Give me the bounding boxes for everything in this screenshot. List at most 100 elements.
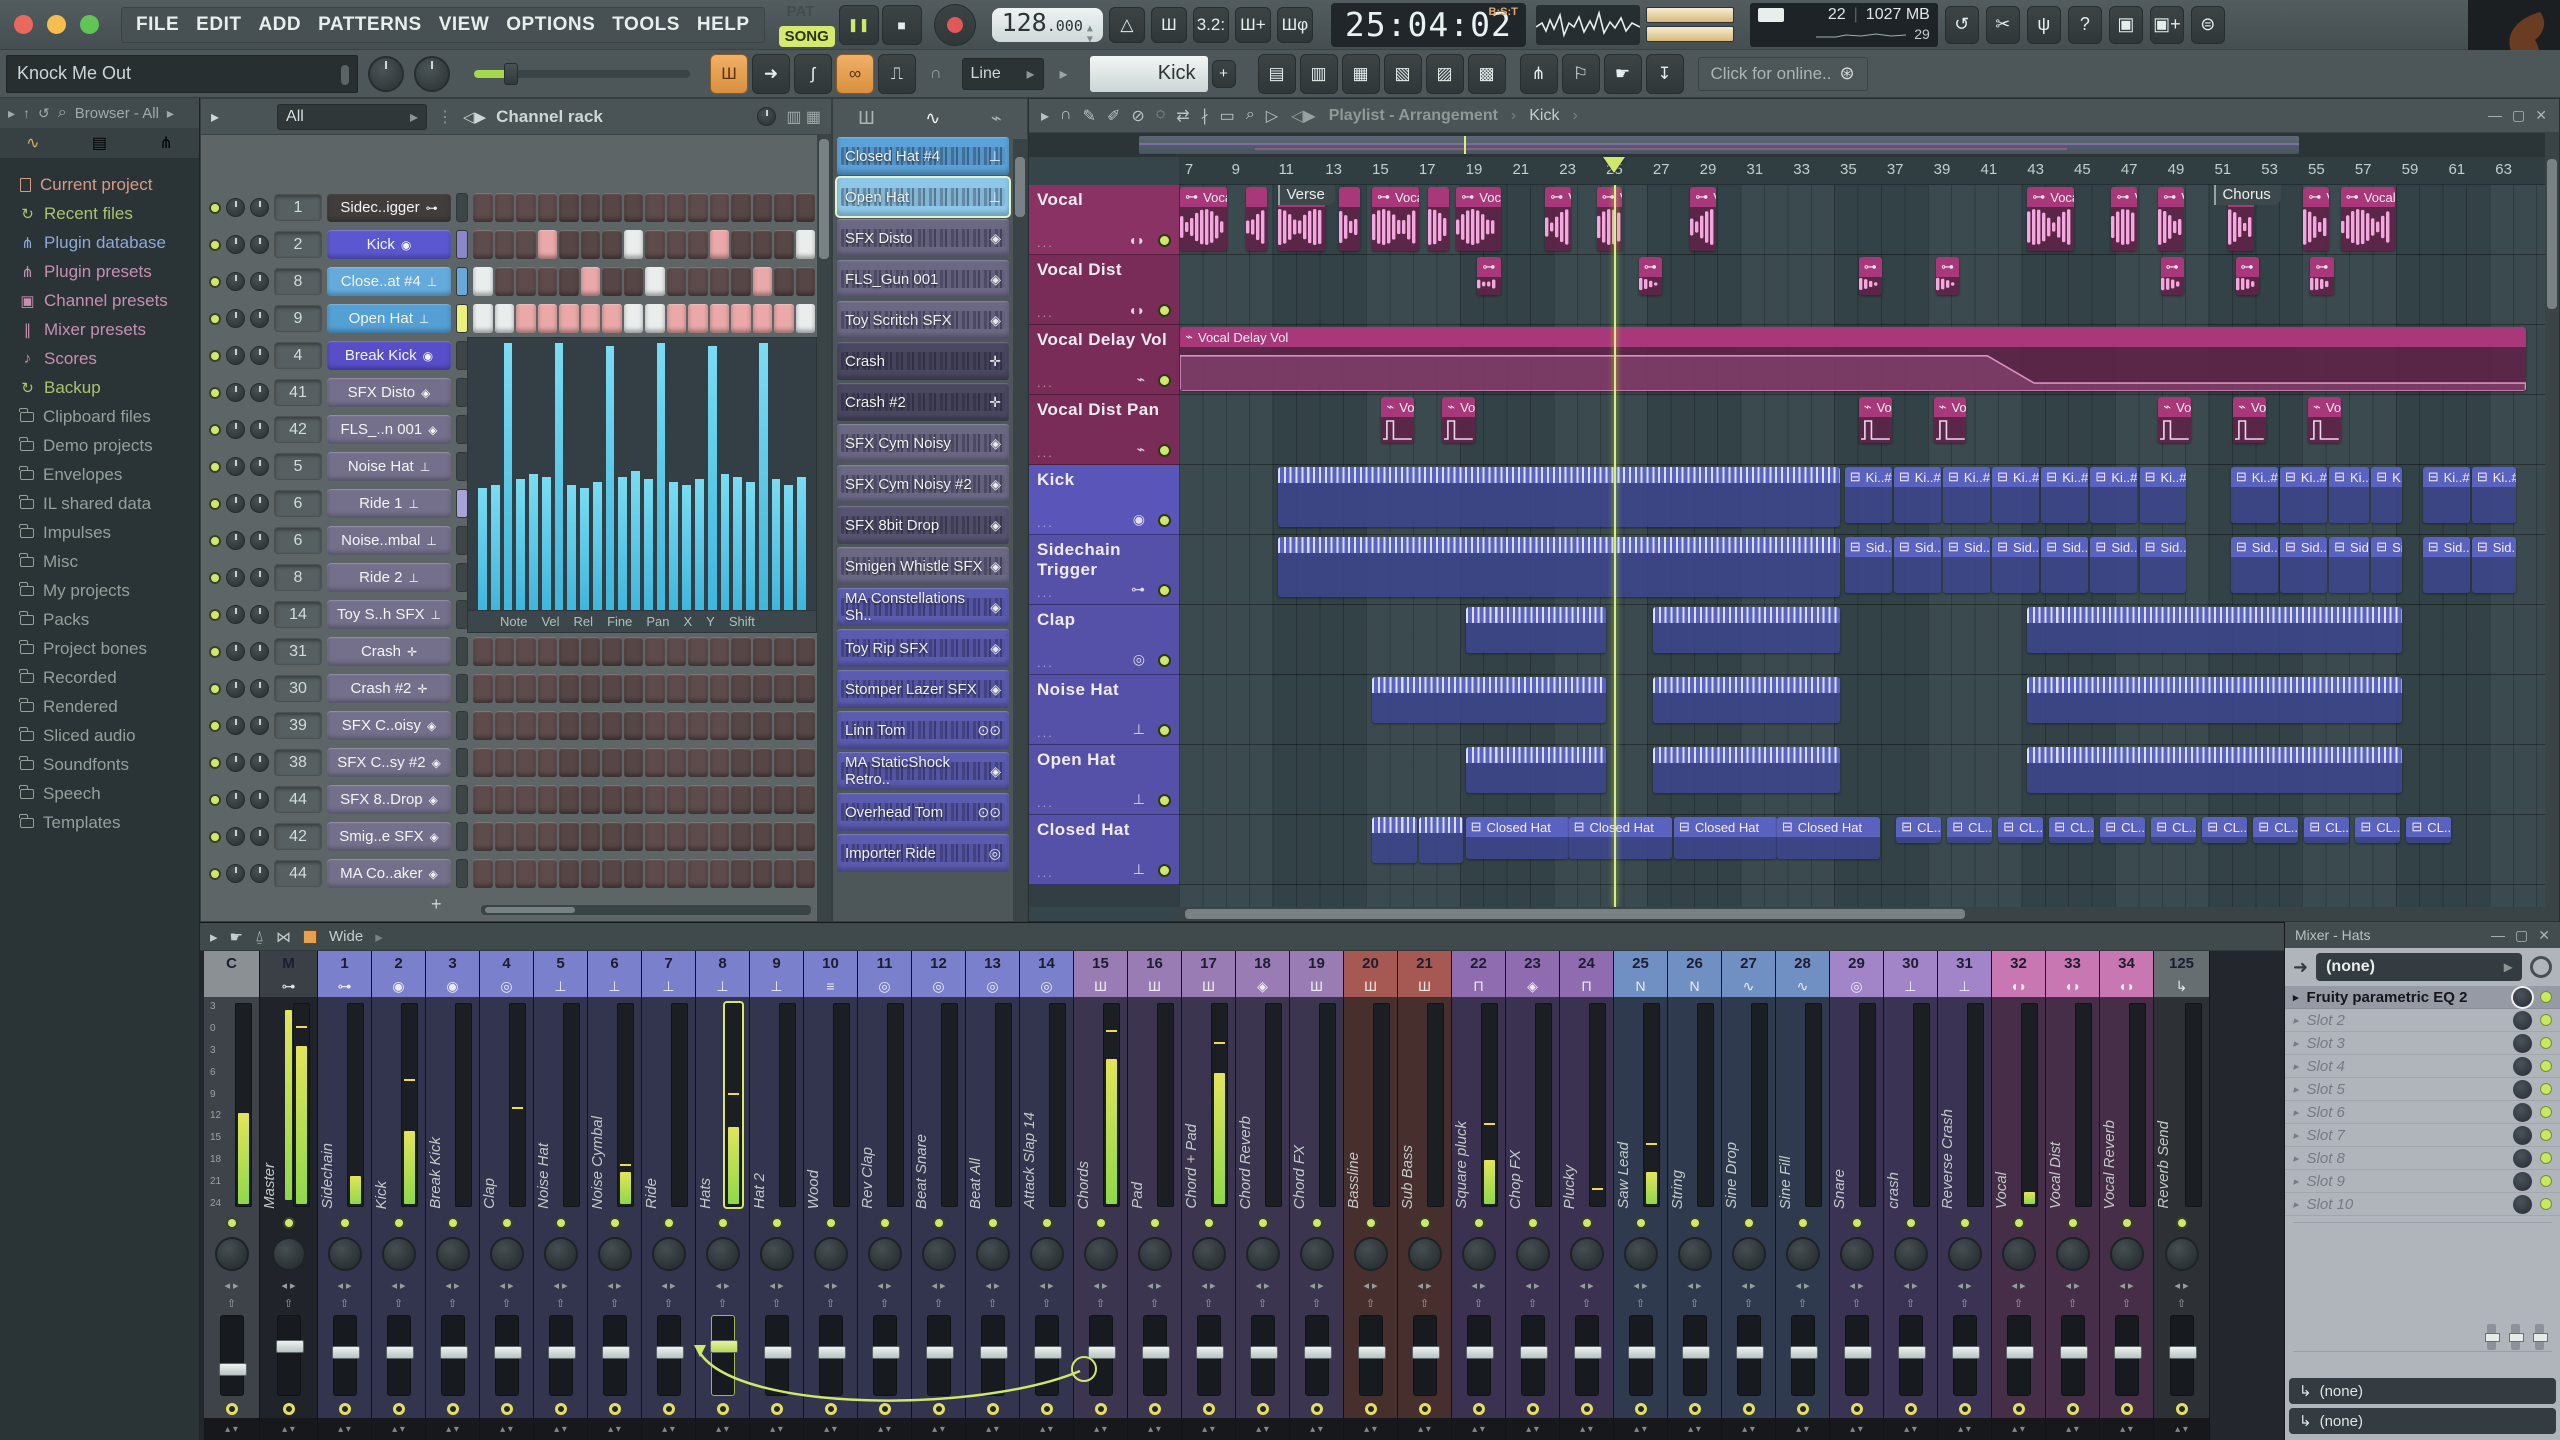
channel-target-number[interactable]: 44 bbox=[274, 860, 322, 887]
strip-fader[interactable] bbox=[1521, 1315, 1545, 1396]
channel-volume-knob[interactable] bbox=[250, 235, 269, 254]
strip-fader[interactable] bbox=[657, 1315, 681, 1396]
channel-target-number[interactable]: 2 bbox=[274, 231, 322, 258]
fx-slot-slot-3[interactable]: ▸Slot 3 bbox=[2285, 1032, 2560, 1055]
minimize-icon[interactable]: — bbox=[2491, 927, 2505, 944]
clip--[interactable]: ⊶.. bbox=[2310, 257, 2333, 295]
strip-fader[interactable] bbox=[819, 1315, 843, 1396]
step-cell[interactable] bbox=[710, 230, 730, 259]
step-cell[interactable] bbox=[473, 674, 493, 703]
fx-clock-icon[interactable] bbox=[2530, 956, 2552, 978]
strip-name[interactable]: Sine Fill bbox=[1777, 1156, 1794, 1209]
clip-sid-2[interactable]: ⊟Sid..2 bbox=[1992, 537, 2039, 593]
fx-slot-enable-led[interactable] bbox=[2540, 991, 2552, 1003]
send-ring-led[interactable] bbox=[663, 1403, 675, 1415]
strip-route-arrow[interactable]: ⇧ bbox=[1398, 1295, 1451, 1311]
mixer-strip-31-reverse-crash[interactable]: 31⊥Reverse Crash◂ ▸⇧▴ ▾ bbox=[1938, 951, 1992, 1440]
step-cell[interactable] bbox=[473, 711, 493, 740]
strip-pan-knob[interactable] bbox=[2165, 1237, 2199, 1271]
strip-name[interactable]: Chords bbox=[1075, 1161, 1092, 1209]
step-cell[interactable] bbox=[688, 267, 708, 296]
step-cell[interactable] bbox=[581, 711, 601, 740]
track-header-kick[interactable]: Kick...◉ bbox=[1029, 465, 1179, 535]
track-header-noise-hat[interactable]: Noise Hat...⊥ bbox=[1029, 675, 1179, 745]
pattern-selector[interactable]: Kick bbox=[1090, 56, 1208, 92]
channel-pan-knob[interactable] bbox=[226, 864, 245, 883]
menu-item-patterns[interactable]: PATTERNS bbox=[318, 14, 422, 36]
clip-vo-n[interactable]: ⌁Vo..n bbox=[1934, 397, 1967, 443]
send-ring-led[interactable] bbox=[771, 1403, 783, 1415]
step-cell[interactable] bbox=[731, 230, 751, 259]
clip-sid-2[interactable]: ⊟Sid..2 bbox=[2423, 537, 2470, 593]
mixer-strip-23-chop-fx[interactable]: 23◈Chop FX◂ ▸⇧▴ ▾ bbox=[1506, 951, 1560, 1440]
clip-vocal[interactable]: ⊶Vocal bbox=[1456, 187, 1500, 251]
playlist-vscroll-thumb[interactable] bbox=[2547, 159, 2557, 309]
browser-item-misc[interactable]: Misc bbox=[0, 547, 199, 576]
mixer-touch-icon[interactable]: ☛ bbox=[230, 928, 243, 946]
strip-fader[interactable] bbox=[765, 1315, 789, 1396]
pat-mode-label[interactable]: PAT bbox=[787, 3, 815, 20]
picker-item-crash[interactable]: Crash✛ bbox=[837, 342, 1009, 380]
strip-route-arrow[interactable]: ⇧ bbox=[1236, 1295, 1289, 1311]
channel-volume-knob[interactable] bbox=[250, 272, 269, 291]
step-cell[interactable] bbox=[731, 674, 751, 703]
clip-vo-n[interactable]: ⌁Vo..n bbox=[1442, 397, 1475, 443]
strip-fader-handle[interactable] bbox=[2169, 1346, 2197, 1359]
strip-enable-led[interactable] bbox=[879, 1217, 891, 1229]
channel-volume-knob[interactable] bbox=[250, 457, 269, 476]
strip-fader-handle[interactable] bbox=[1952, 1346, 1980, 1359]
clip-cl-#3[interactable]: ⊟CL..#3 bbox=[1896, 817, 1940, 843]
channel-pan-knob[interactable] bbox=[226, 642, 245, 661]
channel-pan-knob[interactable] bbox=[226, 383, 245, 402]
fx-mini-fader[interactable] bbox=[2487, 1324, 2496, 1350]
channel-name-button[interactable]: Open Hat⊥ bbox=[327, 304, 451, 333]
strip-name[interactable]: Bassline bbox=[1345, 1152, 1362, 1209]
strip-name[interactable]: Beat Snare bbox=[913, 1134, 930, 1209]
channel-name-button[interactable]: Sidec..igger⊶ bbox=[327, 193, 451, 222]
send-ring-led[interactable] bbox=[987, 1403, 999, 1415]
strip-pan-knob[interactable] bbox=[2056, 1237, 2090, 1271]
track-options[interactable]: ... bbox=[1037, 375, 1054, 390]
track-header-open-hat[interactable]: Open Hat...⊥ bbox=[1029, 745, 1179, 815]
strip-fader-handle[interactable] bbox=[1898, 1346, 1926, 1359]
step-cell[interactable] bbox=[473, 859, 493, 888]
strip-pan-knob[interactable] bbox=[1786, 1237, 1820, 1271]
picker-item-toy-scritch-sfx[interactable]: Toy Scritch SFX◈ bbox=[837, 301, 1009, 339]
browser-item-demo-projects[interactable]: Demo projects bbox=[0, 431, 199, 460]
strip-fader-handle[interactable] bbox=[1790, 1346, 1818, 1359]
step-cell[interactable] bbox=[710, 304, 730, 333]
strip-enable-led[interactable] bbox=[555, 1217, 567, 1229]
track-mute-led[interactable] bbox=[1158, 724, 1171, 737]
channel-led[interactable] bbox=[209, 572, 221, 584]
strip-fader[interactable] bbox=[1575, 1315, 1599, 1396]
step-cell[interactable] bbox=[516, 637, 536, 666]
channel-volume-knob[interactable] bbox=[250, 309, 269, 328]
strip-fader-handle[interactable] bbox=[2114, 1346, 2142, 1359]
step-cell[interactable] bbox=[753, 304, 773, 333]
picker-item-toy-rip-sfx[interactable]: Toy Rip SFX◈ bbox=[837, 629, 1009, 667]
fx-mini-fader[interactable] bbox=[2535, 1324, 2544, 1350]
strip-fader-handle[interactable] bbox=[1034, 1346, 1062, 1359]
step-cell[interactable] bbox=[688, 748, 708, 777]
strip-enable-led[interactable] bbox=[1689, 1217, 1701, 1229]
strip-fader[interactable] bbox=[1035, 1315, 1059, 1396]
channel-target-number[interactable]: 14 bbox=[274, 601, 322, 628]
strip-number[interactable]: 2 bbox=[372, 951, 425, 975]
channel-led[interactable] bbox=[209, 683, 221, 695]
strip-fader[interactable] bbox=[873, 1315, 897, 1396]
strip-fader-handle[interactable] bbox=[1628, 1346, 1656, 1359]
channel-name-button[interactable]: Ride 2⊥ bbox=[327, 563, 451, 592]
step-cell[interactable] bbox=[753, 674, 773, 703]
clip-ki-#2[interactable]: ⊟Ki..#2 bbox=[2231, 467, 2278, 523]
step-cell[interactable] bbox=[731, 822, 751, 851]
clip-sid-2[interactable]: ⊟Sid..2 bbox=[2041, 537, 2088, 593]
mixer-menu-icon[interactable]: ▸ bbox=[210, 928, 218, 946]
strip-fader-handle[interactable] bbox=[386, 1346, 414, 1359]
browser-window-button[interactable]: ▨ bbox=[1426, 54, 1464, 94]
channel-name-button[interactable]: SFX 8..Drop◈ bbox=[327, 785, 451, 814]
strip-enable-led[interactable] bbox=[933, 1217, 945, 1229]
tools-button[interactable]: ⚐ bbox=[1562, 54, 1600, 94]
clip-ki-#2[interactable]: ⊟Ki..#2 bbox=[2041, 467, 2088, 523]
channel-led[interactable] bbox=[209, 276, 221, 288]
strip-name[interactable]: Plucky bbox=[1561, 1165, 1578, 1209]
